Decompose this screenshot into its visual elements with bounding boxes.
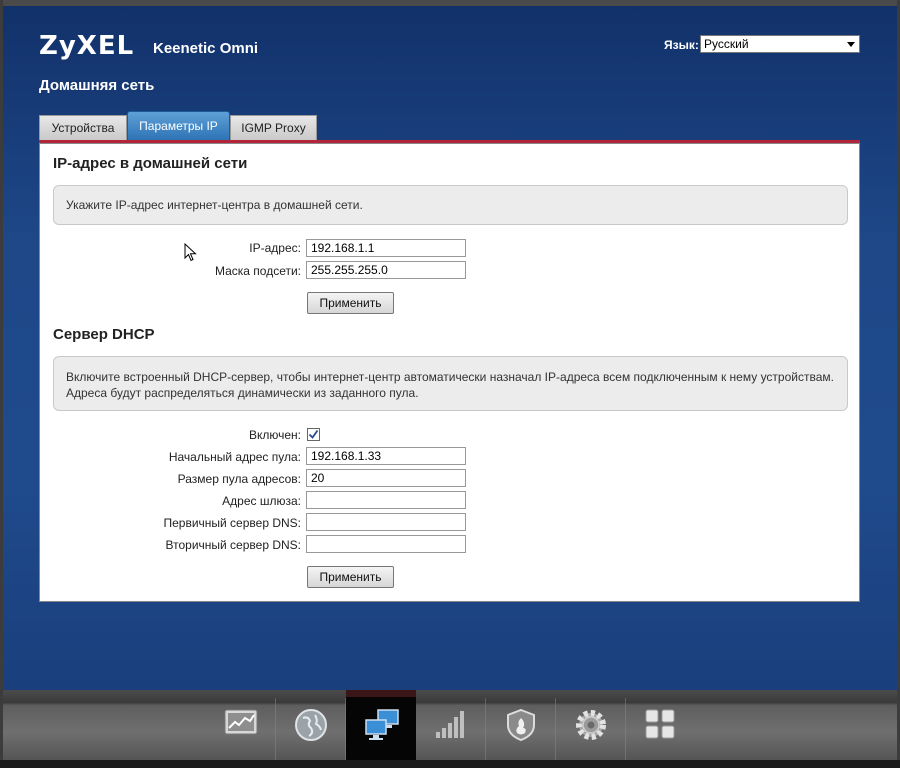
pool-size-label: Размер пула адресов: bbox=[177, 472, 301, 486]
security-shield-icon bbox=[507, 708, 535, 742]
ip-section-title: IP-адрес в домашней сети bbox=[53, 155, 248, 172]
subnet-mask-input[interactable]: 255.255.255.0 bbox=[306, 261, 466, 279]
gateway-input[interactable] bbox=[306, 491, 466, 509]
wifi-signal-icon bbox=[436, 711, 464, 738]
tab-igmp-proxy[interactable]: IGMP Proxy bbox=[230, 115, 317, 140]
bottom-dock bbox=[3, 690, 897, 760]
page-title: Домашняя сеть bbox=[39, 77, 155, 94]
dock-applications[interactable] bbox=[626, 690, 696, 760]
dns-primary-label: Первичный сервер DNS: bbox=[163, 516, 301, 530]
window-frame-bottom bbox=[0, 760, 900, 768]
dhcp-info-text: Включите встроенный DHCP-сервер, чтобы и… bbox=[66, 370, 834, 400]
gateway-label: Адрес шлюза: bbox=[222, 494, 301, 508]
internet-globe-icon bbox=[295, 709, 327, 741]
pool-size-input[interactable]: 20 bbox=[306, 469, 466, 487]
apps-grid-icon bbox=[645, 709, 675, 739]
home-network-icon bbox=[365, 709, 399, 740]
model-name: Keenetic Omni bbox=[153, 40, 259, 57]
ip-address-label: IP-адрес: bbox=[249, 241, 301, 255]
language-select[interactable]: Русский bbox=[700, 35, 860, 53]
dock-monitor[interactable] bbox=[206, 690, 276, 760]
tab-devices[interactable]: Устройства bbox=[39, 115, 127, 140]
system-gear-icon bbox=[576, 710, 606, 740]
pool-start-label: Начальный адрес пула: bbox=[168, 450, 301, 464]
dock-system[interactable] bbox=[556, 690, 626, 760]
chevron-down-icon bbox=[847, 42, 855, 47]
dhcp-enabled-label: Включен: bbox=[248, 428, 301, 442]
dns-primary-input[interactable] bbox=[306, 513, 466, 531]
dock-home-network[interactable] bbox=[346, 690, 416, 760]
window-frame-left bbox=[0, 0, 3, 768]
dock-security[interactable] bbox=[486, 690, 556, 760]
dhcp-section-title: Сервер DHCP bbox=[53, 326, 155, 343]
dns-secondary-label: Вторичный сервер DNS: bbox=[165, 538, 302, 552]
dns-secondary-input[interactable] bbox=[306, 535, 466, 553]
ip-info-text: Укажите IP-адрес интернет-центра в домаш… bbox=[66, 198, 363, 212]
apply-dhcp-button[interactable]: Применить bbox=[307, 566, 394, 588]
monitor-icon bbox=[224, 709, 258, 735]
apply-ip-button[interactable]: Применить bbox=[307, 292, 394, 314]
ip-info-box: Укажите IP-адрес интернет-центра в домаш… bbox=[53, 185, 848, 225]
dhcp-info-box: Включите встроенный DHCP-сервер, чтобы и… bbox=[53, 356, 848, 411]
mouse-cursor-icon bbox=[184, 243, 197, 262]
ip-address-input[interactable]: 192.168.1.1 bbox=[306, 239, 466, 257]
pool-start-input[interactable]: 192.168.1.33 bbox=[306, 447, 466, 465]
brand-logo: ZyXEL bbox=[39, 31, 135, 61]
dhcp-enabled-checkbox[interactable] bbox=[307, 428, 320, 441]
dock-wifi[interactable] bbox=[416, 690, 486, 760]
checkmark-icon bbox=[308, 429, 319, 439]
subnet-mask-label: Маска подсети: bbox=[214, 264, 301, 278]
dock-internet[interactable] bbox=[276, 690, 346, 760]
language-label: Язык: bbox=[664, 38, 699, 52]
tab-ip-parameters[interactable]: Параметры IP bbox=[127, 111, 230, 140]
language-select-value: Русский bbox=[704, 37, 749, 51]
content-panel: IP-адрес в домашней сети Укажите IP-адре… bbox=[39, 143, 860, 602]
